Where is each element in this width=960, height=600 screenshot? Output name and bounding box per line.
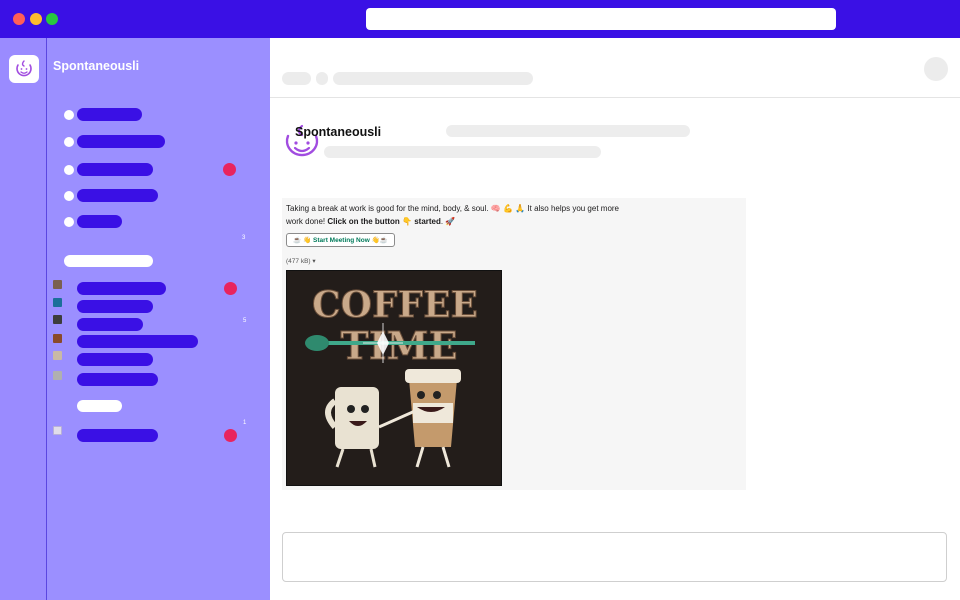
- workspace-rail: [0, 38, 47, 600]
- dm-name-placeholder: [77, 335, 198, 348]
- unread-dot: [224, 429, 237, 442]
- message: Taking a break at work is good for the m…: [282, 198, 746, 490]
- dm-name-placeholder: [77, 318, 143, 331]
- workspace-name[interactable]: Spontaneousli: [53, 59, 139, 73]
- channel-name-placeholder: [77, 215, 122, 228]
- header-placeholder: [333, 72, 533, 85]
- header-placeholder: [282, 72, 311, 85]
- image-title-line2: TIME: [340, 323, 457, 368]
- dm-name-placeholder: [77, 282, 166, 295]
- user-avatar[interactable]: [924, 57, 948, 81]
- start-meeting-button[interactable]: ☕ 👋 Start Meeting Now 👋☕: [286, 233, 395, 247]
- channel-bullet-icon: [64, 165, 74, 175]
- sidebar-dm[interactable]: [47, 352, 270, 368]
- channel-bullet-icon: [64, 110, 74, 120]
- text-placeholder: [324, 146, 601, 158]
- channel-bullet-icon: [64, 217, 74, 227]
- sidebar-channel[interactable]: [47, 214, 270, 230]
- caret-down-icon: ▾: [312, 258, 316, 265]
- search-bar[interactable]: [366, 8, 836, 30]
- sidebar-dm[interactable]: [47, 299, 270, 315]
- coffee-time-image[interactable]: COFFEE TIME: [286, 270, 502, 486]
- sidebar-channel[interactable]: [47, 188, 270, 204]
- sidebar: Spontaneousli 3 5 1: [47, 38, 270, 600]
- unread-count: 5: [243, 318, 247, 324]
- sidebar-dm[interactable]: [47, 372, 270, 388]
- message-text: Taking a break at work is good for the m…: [286, 204, 620, 226]
- sidebar-dm[interactable]: [47, 334, 270, 350]
- app-window: Spontaneousli 3 5 1 Spontaneousli Taking…: [0, 0, 960, 600]
- app-name-placeholder: [77, 429, 158, 442]
- unread-dot: [223, 163, 236, 176]
- header-placeholder: [316, 72, 328, 85]
- minimize-window-button[interactable]: [30, 13, 42, 25]
- sidebar-channel[interactable]: [47, 107, 270, 123]
- workspace-logo-button[interactable]: [9, 55, 39, 83]
- title-bar: [0, 0, 960, 38]
- channel-name-placeholder: [77, 163, 153, 176]
- dm-name-placeholder: [77, 300, 153, 313]
- unread-count: 1: [243, 420, 247, 426]
- unread-count: 3: [242, 235, 246, 241]
- maximize-window-button[interactable]: [46, 13, 58, 25]
- channel-bullet-icon: [64, 137, 74, 147]
- sidebar-app[interactable]: [47, 428, 270, 444]
- file-size-toggle[interactable]: (477 kB) ▾: [286, 257, 316, 265]
- close-window-button[interactable]: [13, 13, 25, 25]
- dm-name-placeholder: [77, 373, 158, 386]
- coffee-time-illustration: COFFEE TIME: [287, 271, 501, 485]
- channel-name-placeholder: [77, 135, 165, 148]
- channel-header: [270, 38, 960, 98]
- section-header-apps[interactable]: [77, 400, 122, 412]
- section-header-direct-messages[interactable]: [64, 255, 153, 267]
- message-author[interactable]: Spontaneousli: [295, 125, 381, 139]
- sidebar-dm[interactable]: [47, 317, 270, 333]
- channel-bullet-icon: [64, 191, 74, 201]
- smiley-icon: [16, 60, 32, 77]
- message-composer[interactable]: [282, 532, 947, 582]
- channel-name-placeholder: [77, 108, 142, 121]
- image-title-line1: COFFEE: [312, 284, 478, 326]
- text-placeholder: [446, 125, 690, 137]
- sidebar-channel[interactable]: [47, 134, 270, 150]
- unread-dot: [224, 282, 237, 295]
- channel-name-placeholder: [77, 189, 158, 202]
- dm-name-placeholder: [77, 353, 153, 366]
- main-pane: Spontaneousli Taking a break at work is …: [270, 38, 960, 600]
- sidebar-channel[interactable]: [47, 162, 270, 178]
- sidebar-dm[interactable]: [47, 281, 270, 297]
